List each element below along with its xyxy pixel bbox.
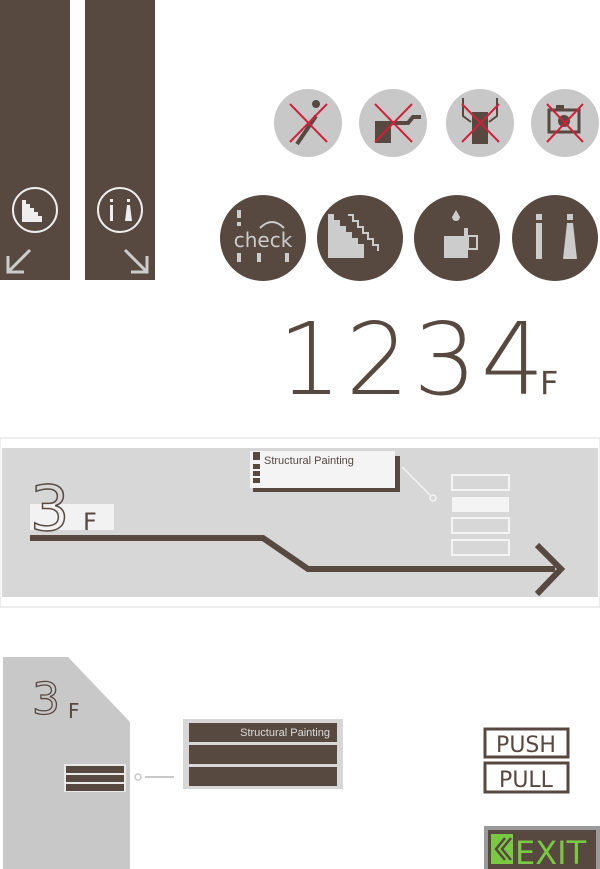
banner-stairs xyxy=(0,0,70,280)
signage-sheet: check 1234 F 3 F Structural Painting 3 F… xyxy=(0,0,600,869)
push-sign: PUSH xyxy=(483,727,570,759)
banner-restroom xyxy=(85,0,155,280)
exit-sign: EXIT xyxy=(484,826,600,869)
floor-numbers: 1234 F xyxy=(278,301,558,418)
exit-label: EXIT xyxy=(515,834,587,869)
floor-suffix: F xyxy=(83,508,97,536)
drinks-icon xyxy=(414,195,500,281)
push-label: PUSH xyxy=(496,733,556,758)
floor-number: 3 xyxy=(30,472,69,545)
check-in-icon: check xyxy=(220,195,306,281)
floor-number: 3 xyxy=(32,674,60,725)
double-chevron-left-icon xyxy=(491,834,513,864)
no-photography-icon xyxy=(531,89,599,157)
pull-label: PULL xyxy=(499,768,554,793)
room-label: Structural Painting xyxy=(240,727,330,739)
no-leaning-icon xyxy=(446,89,514,157)
floor-suffix: F xyxy=(540,364,558,402)
check-in-label: check xyxy=(234,228,293,252)
room-label: Structural Painting xyxy=(264,455,354,467)
floor-digits: 1234 xyxy=(278,301,549,418)
facility-icons: check xyxy=(220,195,598,281)
pull-sign: PULL xyxy=(483,761,570,794)
no-running-icon xyxy=(274,89,342,157)
restroom-icon xyxy=(512,195,598,281)
floor-guide-panel: 3 F Structural Painting xyxy=(0,437,600,608)
wall-sign: 3 F Structural Painting xyxy=(3,657,343,869)
room-label-box: Structural Painting xyxy=(250,451,400,492)
prohibition-icons xyxy=(274,89,599,157)
floor-suffix: F xyxy=(68,699,80,723)
no-touching-icon xyxy=(359,89,427,157)
room-directory-board: Structural Painting xyxy=(183,719,343,789)
stairs-icon xyxy=(317,195,403,281)
